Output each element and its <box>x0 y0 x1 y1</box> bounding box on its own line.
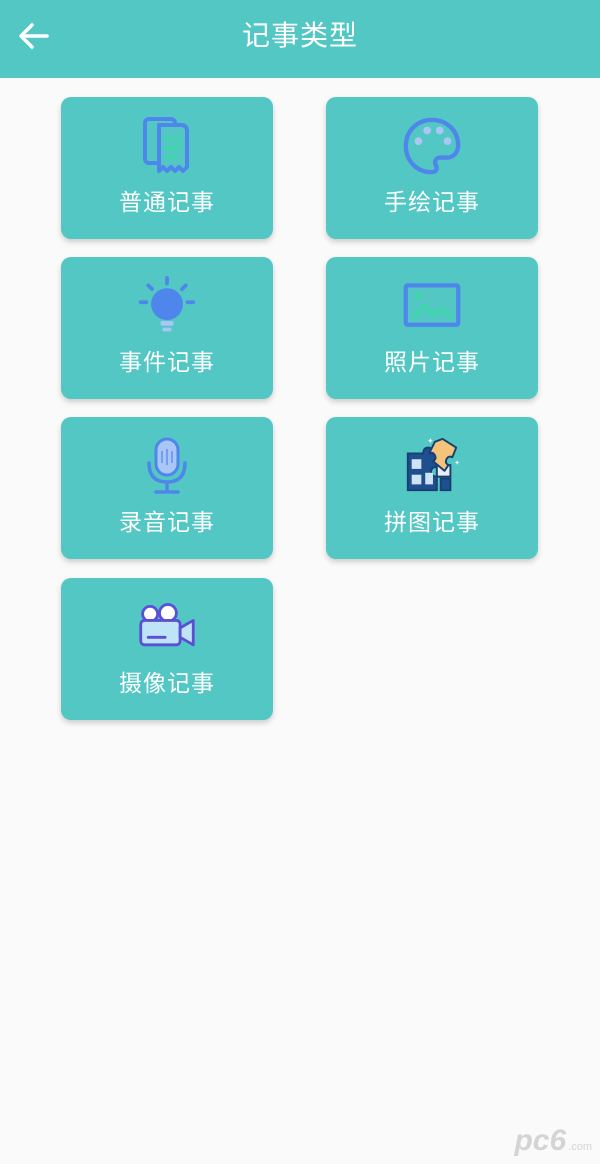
watermark-subtext: .com <box>568 1141 592 1153</box>
card-label: 拼图记事 <box>384 510 480 536</box>
card-label: 照片记事 <box>384 350 480 376</box>
image-icon <box>402 275 462 337</box>
card-label: 录音记事 <box>119 510 215 536</box>
card-video-note[interactable]: 摄像记事 <box>61 578 273 720</box>
card-normal-note[interactable]: 普通记事 <box>61 97 273 239</box>
puzzle-icon: ✦ ✦ <box>402 435 462 497</box>
card-label: 摄像记事 <box>119 671 215 697</box>
card-photo-note[interactable]: 照片记事 <box>326 257 538 399</box>
lightbulb-icon <box>137 275 197 337</box>
card-label: 普通记事 <box>119 190 215 216</box>
video-camera-icon <box>137 596 197 658</box>
card-label: 事件记事 <box>119 350 215 376</box>
palette-icon <box>402 115 462 177</box>
document-icon <box>137 115 197 177</box>
card-drawing-note[interactable]: 手绘记事 <box>326 97 538 239</box>
card-label: 手绘记事 <box>384 190 480 216</box>
svg-text:✦: ✦ <box>427 437 434 446</box>
card-audio-note[interactable]: 录音记事 <box>61 417 273 559</box>
card-puzzle-note[interactable]: ✦ ✦ 拼图记事 <box>326 417 538 559</box>
watermark-text: pc6 <box>514 1124 567 1157</box>
page-title: 记事类型 <box>241 19 358 52</box>
microphone-icon <box>137 435 197 497</box>
watermark-logo: pc6 .com <box>514 1122 592 1156</box>
svg-text:✦: ✦ <box>454 459 460 467</box>
app-header: 记事类型 <box>0 0 600 78</box>
card-event-note[interactable]: 事件记事 <box>61 257 273 399</box>
